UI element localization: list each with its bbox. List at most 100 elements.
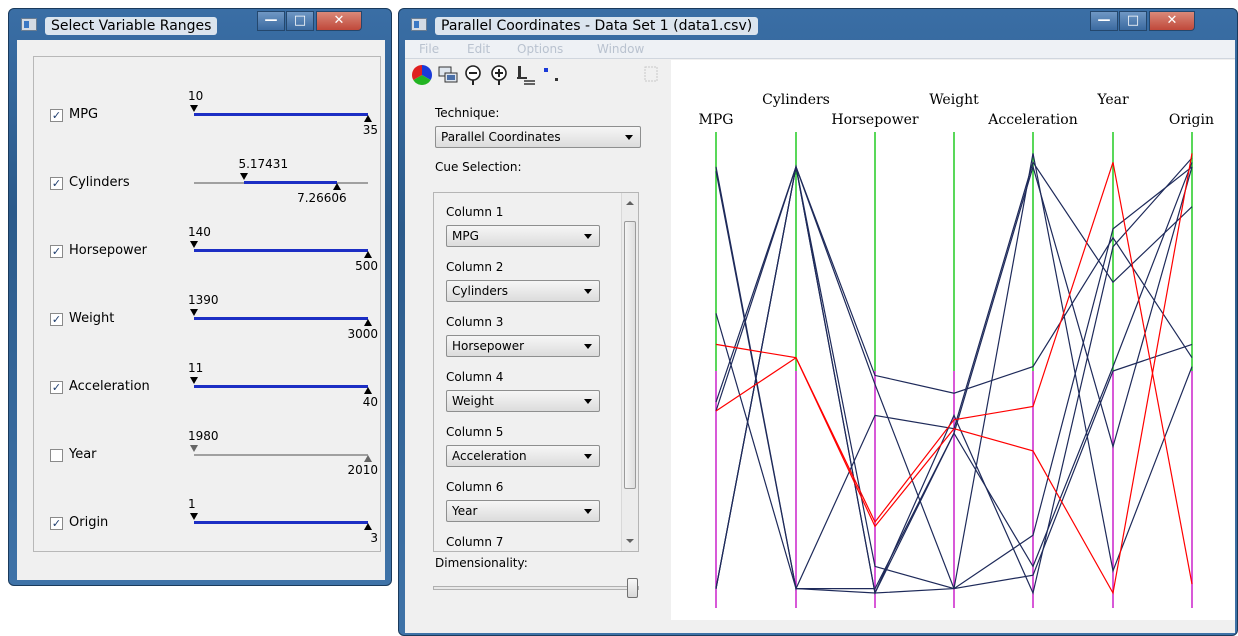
range-min-value: 1390 bbox=[188, 293, 219, 307]
variable-label: Weight bbox=[69, 311, 115, 326]
cue-selection-scroll-area[interactable]: Column 1 MPG Column 2 Cylinders Column 3 Hors… bbox=[433, 192, 639, 552]
menu-window[interactable]: Window bbox=[597, 42, 644, 56]
range-min-handle[interactable] bbox=[190, 241, 198, 248]
range-max-handle[interactable] bbox=[332, 183, 341, 190]
variable-row-mpg: ✓ MPG 10 35 bbox=[34, 75, 378, 137]
column-dropdown[interactable]: Cylinders bbox=[446, 280, 600, 302]
axis-settings-icon[interactable] bbox=[515, 64, 537, 86]
column-dropdown[interactable]: Horsepower bbox=[446, 335, 600, 357]
range-min-value: 140 bbox=[188, 225, 211, 239]
chevron-down-icon bbox=[584, 399, 592, 404]
variable-checkbox[interactable]: ✓ bbox=[50, 109, 63, 122]
screens-icon[interactable] bbox=[437, 64, 459, 86]
zoom-out-icon[interactable] bbox=[463, 64, 485, 86]
scatter-icon[interactable] bbox=[541, 64, 563, 86]
chevron-down-icon bbox=[584, 234, 592, 239]
range-min-value: 5.17431 bbox=[238, 157, 289, 171]
chart-svg: MPG CylindersHorsepower Weight Acceleration… bbox=[699, 92, 1214, 608]
toolbar bbox=[405, 60, 669, 90]
main-client-area: File Edit Options Window Technique: Para… bbox=[405, 40, 1235, 633]
maximize-button[interactable]: □ bbox=[1119, 11, 1147, 31]
scroll-up-icon[interactable] bbox=[626, 201, 634, 205]
technique-label: Technique: bbox=[435, 106, 500, 120]
column-value: Acceleration bbox=[452, 449, 527, 463]
chevron-down-icon bbox=[584, 344, 592, 349]
dimensionality-slider-track[interactable] bbox=[433, 586, 639, 590]
range-max-handle[interactable] bbox=[364, 251, 372, 258]
range-min-value: 10 bbox=[188, 89, 204, 103]
variable-checkbox[interactable]: ✓ bbox=[50, 177, 63, 190]
color-wheel-icon[interactable] bbox=[411, 64, 433, 86]
range-min-value: 11 bbox=[188, 361, 204, 375]
chevron-down-icon bbox=[584, 289, 592, 294]
technique-dropdown[interactable]: Parallel Coordinates bbox=[435, 126, 641, 148]
range-max-value: 7.26606 bbox=[297, 191, 347, 205]
zoom-in-icon[interactable] bbox=[489, 64, 511, 86]
range-max-handle[interactable] bbox=[364, 387, 372, 394]
range-track[interactable] bbox=[194, 454, 368, 456]
column-label: Column 1 bbox=[446, 205, 504, 219]
variable-checkbox[interactable]: ✓ bbox=[50, 245, 63, 258]
ranges-group-box: ✓ MPG 10 35 ✓ Cylinders 5.17431 7.26606 ✓ Horsepo… bbox=[33, 56, 381, 552]
chevron-down-icon bbox=[584, 509, 592, 514]
app-icon bbox=[21, 18, 37, 31]
dimensionality-label: Dimensionality: bbox=[435, 556, 528, 570]
variable-row-year: Year 1980 2010 bbox=[34, 415, 378, 477]
range-max-value: 35 bbox=[362, 123, 378, 137]
variable-checkbox[interactable]: ✓ bbox=[50, 381, 63, 394]
variable-row-horsepower: ✓ Horsepower 140 500 bbox=[34, 211, 378, 273]
window-title: Select Variable Ranges bbox=[45, 17, 218, 35]
range-min-handle[interactable] bbox=[240, 173, 249, 180]
variable-checkbox[interactable]: ✓ bbox=[50, 517, 63, 530]
scroll-down-icon[interactable] bbox=[626, 539, 634, 543]
minimize-button[interactable]: — bbox=[1090, 11, 1118, 31]
variable-label: Acceleration bbox=[69, 379, 150, 394]
dimensionality-slider-handle[interactable] bbox=[627, 578, 638, 598]
range-min-handle[interactable] bbox=[190, 105, 198, 112]
column-dropdown[interactable]: Year bbox=[446, 500, 600, 522]
parallel-coordinates-chart: MPG Cylinders Horsepower Weight Acceleration… bbox=[671, 60, 1235, 620]
variable-checkbox[interactable]: ✓ bbox=[50, 313, 63, 326]
column-value: Horsepower bbox=[452, 339, 525, 353]
chevron-down-icon bbox=[584, 454, 592, 459]
range-max-handle[interactable] bbox=[364, 455, 372, 462]
range-min-handle[interactable] bbox=[190, 445, 198, 452]
variable-label: Cylinders bbox=[69, 175, 130, 190]
column-label: Column 6 bbox=[446, 480, 504, 494]
axis-label-horsepower: Horsepower bbox=[831, 112, 918, 128]
range-min-handle[interactable] bbox=[190, 377, 198, 384]
scrollbar-thumb[interactable] bbox=[624, 221, 636, 489]
range-max-handle[interactable] bbox=[364, 319, 372, 326]
select-variable-ranges-window: Select Variable Ranges — □ ✕ ✓ MPG 10 35 ✓ Cy… bbox=[8, 8, 392, 586]
grid-icon[interactable] bbox=[641, 64, 663, 86]
range-max-handle[interactable] bbox=[364, 523, 372, 530]
title-bar: Select Variable Ranges — □ ✕ bbox=[9, 9, 391, 39]
range-selection bbox=[194, 385, 368, 388]
range-max-value: 40 bbox=[362, 395, 378, 409]
column-dropdown[interactable]: Acceleration bbox=[446, 445, 600, 467]
menu-options[interactable]: Options bbox=[517, 42, 563, 56]
variable-checkbox[interactable] bbox=[50, 449, 63, 462]
close-button[interactable]: ✕ bbox=[1149, 11, 1195, 31]
range-selection bbox=[194, 113, 368, 116]
range-selection bbox=[244, 181, 337, 184]
menu-edit[interactable]: Edit bbox=[467, 42, 490, 56]
variable-row-acceleration: ✓ Acceleration 11 40 bbox=[34, 347, 378, 409]
maximize-button[interactable]: □ bbox=[286, 11, 314, 31]
axis-label-origin: Origin bbox=[1169, 112, 1214, 128]
range-max-handle[interactable] bbox=[364, 115, 372, 122]
column-dropdown[interactable]: Weight bbox=[446, 390, 600, 412]
range-min-handle[interactable] bbox=[190, 309, 198, 316]
column-value: Weight bbox=[452, 394, 494, 408]
column-dropdown[interactable]: MPG bbox=[446, 225, 600, 247]
column-label: Column 5 bbox=[446, 425, 504, 439]
column-label: Column 7 bbox=[446, 535, 504, 549]
menu-file[interactable]: File bbox=[419, 42, 439, 56]
range-max-value: 2010 bbox=[347, 463, 378, 477]
minimize-button[interactable]: — bbox=[257, 11, 285, 31]
vertical-scrollbar[interactable] bbox=[621, 193, 638, 551]
range-selection bbox=[194, 249, 368, 252]
range-min-handle[interactable] bbox=[190, 513, 198, 520]
variable-row-origin: ✓ Origin 1 3 bbox=[34, 483, 378, 545]
close-button[interactable]: ✕ bbox=[316, 11, 362, 31]
